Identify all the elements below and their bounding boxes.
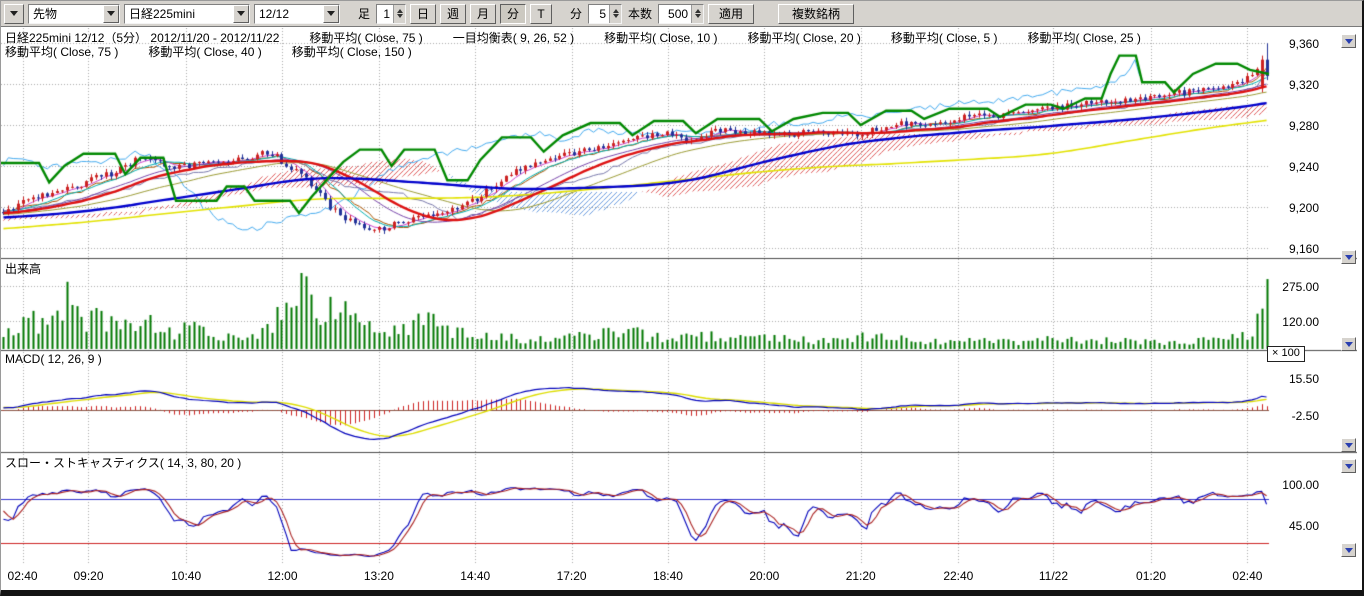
period-button-minute[interactable]: 分 — [500, 4, 526, 24]
indicator-label: 移動平均( Close, 10 ) — [604, 29, 717, 46]
period-button-week[interactable]: 週 — [440, 4, 466, 24]
volume-axis-label: 120.00 — [1273, 315, 1319, 329]
bar-count-label: 本数 — [626, 5, 654, 22]
bar-count-value: 500 — [659, 7, 691, 21]
time-axis-label: 02:40 — [0, 569, 48, 583]
bar-count-stepper[interactable]: 500 — [658, 4, 704, 24]
time-axis-label: 12:00 — [257, 569, 307, 583]
stochastics-panel-title: スロー・ストキャスティクス( 14, 3, 80, 20 ) — [5, 454, 241, 471]
spinner-icon[interactable] — [691, 5, 703, 23]
price-axis-label: 9,240 — [1273, 160, 1319, 174]
period-button-day[interactable]: 日 — [410, 4, 436, 24]
stochastics-scale-scroll-button[interactable] — [1341, 543, 1356, 557]
macd-panel-title: MACD( 12, 26, 9 ) — [5, 352, 102, 366]
time-axis-label: 21:20 — [836, 569, 886, 583]
volume-scale-scroll-button[interactable] — [1341, 337, 1356, 351]
minute-stepper[interactable]: 5 — [588, 4, 622, 24]
indicator-label: 一目均衡表( 9, 26, 52 ) — [453, 29, 574, 46]
indicator-label: 移動平均( Close, 40 ) — [148, 43, 261, 60]
chevron-down-icon[interactable] — [323, 5, 339, 23]
stochastics-axis-label: 100.00 — [1273, 478, 1319, 492]
price-axis-label: 9,360 — [1273, 37, 1319, 51]
indicator-label: 移動平均( Close, 75 ) — [5, 43, 118, 60]
time-axis-label: 22:40 — [933, 569, 983, 583]
time-axis-label: 02:40 — [1222, 569, 1272, 583]
toolbar: 先物 日経225mini 12/12 足 1 日 週 月 分 T 分 5 本数 … — [1, 1, 1362, 27]
spinner-icon[interactable] — [609, 5, 621, 23]
time-axis-label: 11/22 — [1028, 569, 1078, 583]
time-axis-label: 17:20 — [547, 569, 597, 583]
time-axis-label: 01:20 — [1126, 569, 1176, 583]
chevron-down-icon[interactable] — [103, 5, 119, 23]
toolbar-dropdown-button[interactable] — [4, 4, 24, 24]
price-axis-label: 9,160 — [1273, 242, 1319, 256]
indicator-label: 移動平均( Close, 5 ) — [891, 29, 998, 46]
volume-panel-title: 出来高 — [5, 260, 41, 277]
chevron-down-icon[interactable] — [233, 5, 249, 23]
price-axis-label: 9,280 — [1273, 119, 1319, 133]
symbol-select[interactable]: 日経225mini — [124, 4, 250, 24]
volume-unit-badge: × 100 — [1267, 346, 1305, 362]
stochastics-scale-scroll-button[interactable] — [1341, 459, 1356, 473]
indicator-label: 移動平均( Close, 20 ) — [748, 29, 861, 46]
time-axis-label: 20:00 — [739, 569, 789, 583]
time-axis-label: 18:40 — [643, 569, 693, 583]
macd-scale-scroll-button[interactable] — [1341, 438, 1356, 452]
chart-plot-canvas[interactable] — [1, 28, 1357, 564]
chart-area: 日経225mini 12/12（5分） 2012/11/20 - 2012/11… — [1, 28, 1362, 590]
period-button-tick[interactable]: T — [530, 4, 552, 24]
interval-value: 1 — [377, 7, 393, 21]
spinner-icon[interactable] — [393, 5, 405, 23]
minute-label: 分 — [568, 5, 584, 22]
contract-date-value: 12/12 — [255, 7, 293, 21]
indicator-label: 移動平均( Close, 150 ) — [292, 43, 412, 60]
instrument-type-select[interactable]: 先物 — [28, 4, 120, 24]
time-axis-label: 13:20 — [354, 569, 404, 583]
price-axis-label: 9,200 — [1273, 201, 1319, 215]
macd-axis-label: -2.50 — [1273, 409, 1319, 423]
multi-symbol-button[interactable]: 複数銘柄 — [778, 4, 854, 24]
time-axis-label: 10:40 — [161, 569, 211, 583]
price-scale-scroll-button[interactable] — [1341, 34, 1356, 48]
price-axis-label: 9,320 — [1273, 78, 1319, 92]
macd-axis-label: 15.50 — [1273, 372, 1319, 386]
volume-axis-label: 275.00 — [1273, 280, 1319, 294]
price-scale-scroll-button[interactable] — [1341, 250, 1356, 264]
period-button-month[interactable]: 月 — [470, 4, 496, 24]
chevron-down-icon — [10, 11, 18, 16]
time-axis-label: 09:20 — [63, 569, 113, 583]
contract-date-select[interactable]: 12/12 — [254, 4, 340, 24]
interval-stepper[interactable]: 1 — [376, 4, 406, 24]
minute-value: 5 — [589, 7, 609, 21]
chart-application-window: 先物 日経225mini 12/12 足 1 日 週 月 分 T 分 5 本数 … — [0, 0, 1364, 596]
instrument-type-value: 先物 — [29, 5, 61, 22]
bar-type-label: 足 — [356, 5, 372, 22]
apply-button[interactable]: 適用 — [708, 4, 754, 24]
time-axis-label: 14:40 — [450, 569, 500, 583]
stochastics-axis-label: 45.00 — [1273, 519, 1319, 533]
symbol-value: 日経225mini — [125, 5, 199, 22]
indicator-label: 移動平均( Close, 25 ) — [1028, 29, 1141, 46]
indicator-header-row-2: 移動平均( Close, 75 ) 移動平均( Close, 40 ) 移動平均… — [5, 43, 412, 60]
